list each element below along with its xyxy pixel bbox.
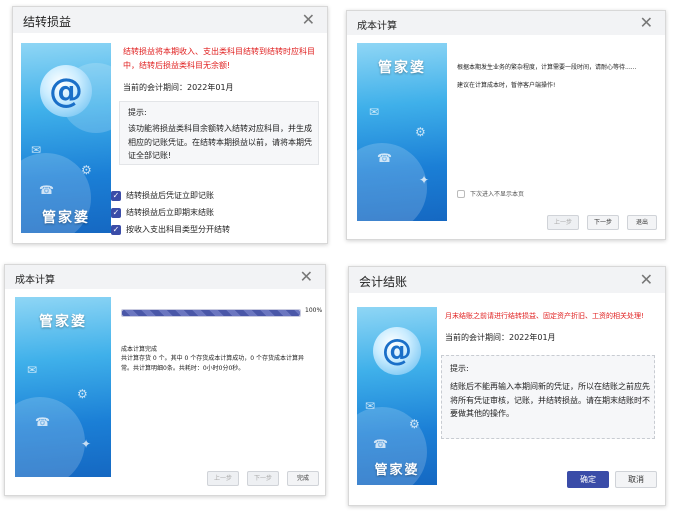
intro-text: 根据本期发生业务的繁杂程度，计算需要一段时间，请耐心等待...... xyxy=(457,64,637,71)
hint-body: 该功能将损益类科目余额转入结转对应科目，并生成相应的记账凭证。在结转本期损益以前… xyxy=(128,124,312,161)
close-icon[interactable]: ✕ xyxy=(640,15,653,31)
status-body: 共计算存货 0 个。其中 0 个存货成本计算成功，0 个存货成本计算异常。共计算… xyxy=(121,355,304,373)
ok-button[interactable]: 确定 xyxy=(567,471,609,488)
brand-banner: @ ✉ ⚙ ☎ 管家婆 xyxy=(357,307,437,485)
at-logo-icon: @ xyxy=(373,327,421,375)
option-close-period[interactable]: ✓ 结转损益后立即期末结账 xyxy=(111,207,214,218)
checkbox-checked-icon[interactable]: ✓ xyxy=(111,224,121,235)
prev-button[interactable]: 上一步 xyxy=(207,471,239,486)
close-icon[interactable]: ✕ xyxy=(300,269,313,285)
brand-banner: 管家婆 ✉ ⚙ ☎ ✦ xyxy=(357,43,447,221)
next-button[interactable]: 下一步 xyxy=(247,471,279,486)
checkbox-checked-icon[interactable]: ✓ xyxy=(111,207,121,218)
option-label: 下次进入不显示本页 xyxy=(470,191,525,198)
checkbox-unchecked-icon[interactable] xyxy=(457,189,465,198)
option-post-voucher[interactable]: ✓ 结转损益后凭证立即记账 xyxy=(111,190,214,201)
dialog-title: 成本计算 xyxy=(15,275,55,286)
hint-title: 提示: xyxy=(450,364,469,373)
option-label: 结转损益后凭证立即记账 xyxy=(126,191,214,200)
option-label: 结转损益后立即期末结账 xyxy=(126,208,214,217)
hint-title: 提示: xyxy=(128,108,147,117)
cancel-button[interactable]: 取消 xyxy=(615,471,657,488)
checkbox-checked-icon[interactable]: ✓ xyxy=(111,190,121,201)
dialog-titlebar: 成本计算 ✕ xyxy=(5,265,325,289)
dialog-title: 成本计算 xyxy=(357,21,397,32)
dialog-cost-calc-intro: 成本计算 ✕ 管家婆 ✉ ⚙ ☎ ✦ 根据本期发生业务的繁杂程度，计算需要一段时… xyxy=(346,10,666,240)
hint-body: 结账后不能再输入本期间新的凭证，所以在结账之前应先将所有凭证审核，记账，并结转损… xyxy=(450,382,650,419)
dialog-cost-calc-progress: 成本计算 ✕ 管家婆 ✉ ⚙ ☎ ✦ 100% 成本计算完成 共计算存货 0 个… xyxy=(4,264,326,496)
dialog-titlebar: 会计结账 ✕ xyxy=(349,267,665,293)
option-split-by-type[interactable]: ✓ 按收入支出科目类型分开结转 xyxy=(111,224,230,235)
hint-box: 提示: 该功能将损益类科目余额转入结转对应科目，并生成相应的记账凭证。在结转本期… xyxy=(119,101,319,165)
dialog-titlebar: 结转损益 ✕ xyxy=(13,7,327,33)
dont-show-option[interactable]: 下次进入不显示本页 xyxy=(457,189,524,198)
close-icon[interactable]: ✕ xyxy=(640,272,653,288)
dialog-title: 会计结账 xyxy=(359,275,408,289)
brand-name: 管家婆 xyxy=(39,314,87,330)
next-button[interactable]: 下一步 xyxy=(587,215,619,230)
dialog-transfer-profit-loss: 结转损益 ✕ @ ✉ ⚙ ☎ 管家婆 结转损益将本期收入、支出类科目结转到结转时… xyxy=(12,6,328,244)
period-label: 当前的会计期间：2022年01月 xyxy=(123,83,234,92)
warning-text: 月末结账之前请进行结转损益、固定资产折旧、工资的相关处理! xyxy=(445,312,644,320)
hint-box: 提示: 结账后不能再输入本期间新的凭证，所以在结账之前应先将所有凭证审核，记账，… xyxy=(441,355,655,439)
progress-bar xyxy=(121,309,301,317)
brand-name: 管家婆 xyxy=(42,210,90,226)
prev-button[interactable]: 上一步 xyxy=(547,215,579,230)
dialog-period-close: 会计结账 ✕ @ ✉ ⚙ ☎ 管家婆 月末结账之前请进行结转损益、固定资产折旧、… xyxy=(348,266,666,506)
close-icon[interactable]: ✕ xyxy=(302,12,315,28)
dialog-title: 结转损益 xyxy=(23,15,72,29)
exit-button[interactable]: 退出 xyxy=(627,215,657,230)
finish-button[interactable]: 完成 xyxy=(287,471,319,486)
option-label: 按收入支出科目类型分开结转 xyxy=(126,225,230,234)
brand-name: 管家婆 xyxy=(374,463,420,478)
brand-banner: @ ✉ ⚙ ☎ 管家婆 xyxy=(21,43,111,233)
dialog-titlebar: 成本计算 ✕ xyxy=(347,11,665,35)
progress-percent: 100% xyxy=(305,307,323,314)
brand-name: 管家婆 xyxy=(378,60,426,76)
brand-banner: 管家婆 ✉ ⚙ ☎ ✦ xyxy=(15,297,111,477)
warning-text: 结转损益将本期收入、支出类科目结转到结转时应科目中，结转后损益类科目无余额! xyxy=(123,47,315,70)
progress-fill xyxy=(122,310,300,316)
at-logo-icon: @ xyxy=(40,65,92,117)
advice-text: 建议在计算成本时，暂停客户端操作! xyxy=(457,82,556,89)
period-label: 当前的会计期间：2022年01月 xyxy=(445,333,556,342)
